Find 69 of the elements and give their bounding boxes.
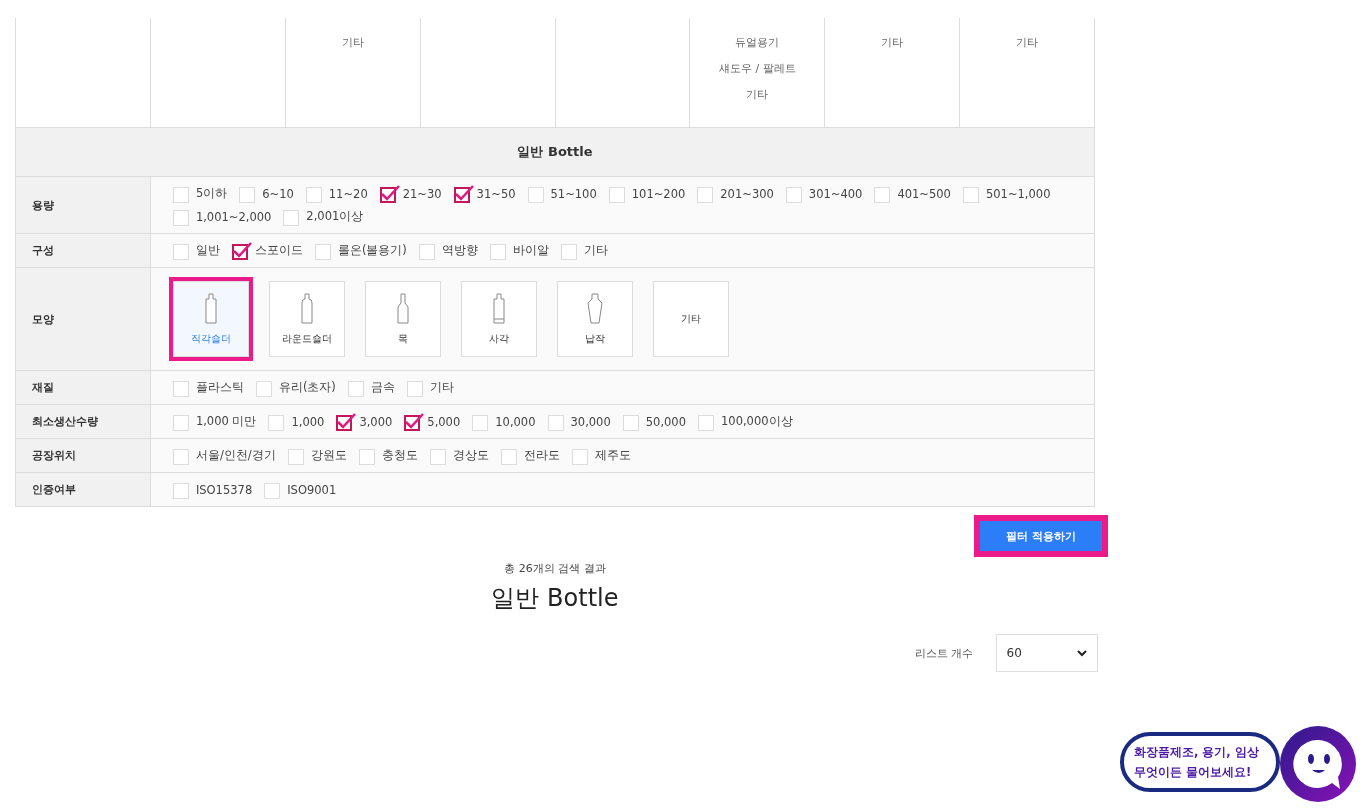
chat-bubble[interactable]: 화장품제조, 용기, 임상 무엇이든 물어보세요! <box>1120 732 1280 792</box>
filter-checkbox-option[interactable]: 기타 <box>406 378 454 397</box>
chat-text: 무엇이든 물어보세요! <box>1134 764 1253 781</box>
filter-checkbox-option[interactable]: 롤온(볼용기) <box>314 241 407 260</box>
filter-checkbox-option[interactable]: 1,001~2,000 <box>172 207 272 226</box>
filter-label: 재질 <box>15 370 151 405</box>
filter-label: 구성 <box>15 233 151 268</box>
filter-checkbox-option[interactable]: 401~500 <box>874 184 951 203</box>
checkbox[interactable] <box>231 241 252 260</box>
filter-label: 모양 <box>15 267 151 371</box>
filter-checkbox-option[interactable]: 금속 <box>347 378 395 397</box>
filter-checkbox-option[interactable]: 서울/인천/경기 <box>172 446 276 465</box>
filter-checkbox-option[interactable]: 일반 <box>172 241 220 260</box>
filter-checkbox-option[interactable]: 제주도 <box>571 446 631 465</box>
filter-checkbox-option[interactable]: 10,000 <box>472 412 536 431</box>
filter-checkbox-option[interactable]: 1,000 미만 <box>172 412 257 431</box>
filter-checkbox-option[interactable]: 플라스틱 <box>172 378 244 397</box>
bottle-icon <box>585 292 604 325</box>
shape-option[interactable]: 납작 <box>556 281 633 357</box>
filter-checkbox-option[interactable]: 51~100 <box>527 184 597 203</box>
filter-checkbox-option[interactable]: 301~400 <box>785 184 863 203</box>
filter-label: 용량 <box>15 176 151 234</box>
shape-option[interactable]: 목 <box>364 281 441 357</box>
checkbox[interactable] <box>453 184 474 203</box>
category-item[interactable]: 섀도우 / 팔레트 <box>691 56 824 82</box>
filter-checkbox-option[interactable]: 충청도 <box>358 446 418 465</box>
filter-checkbox-option[interactable]: 역방향 <box>418 241 478 260</box>
filter-checkbox-option[interactable]: 501~1,000 <box>962 184 1051 203</box>
section-header: 일반 Bottle <box>15 127 1095 177</box>
shape-option[interactable]: 사각 <box>460 281 537 357</box>
filter-checkbox-option[interactable]: 30,000 <box>547 412 611 431</box>
filter-checkbox-option[interactable]: 6~10 <box>239 184 294 203</box>
filter-checkbox-option[interactable]: 경상도 <box>429 446 489 465</box>
filter-checkbox-option[interactable]: 21~30 <box>379 184 442 203</box>
list-count-select[interactable]: 60 <box>995 634 1098 672</box>
filter-checkbox-option[interactable]: 2,001이상 <box>283 207 364 226</box>
result-title: 일반 Bottle <box>490 583 620 614</box>
filter-checkbox-option[interactable]: 바이알 <box>489 241 549 260</box>
filter-checkbox-option[interactable]: 5이하 <box>172 184 228 203</box>
filter-label: 공장위치 <box>15 438 151 473</box>
filter-checkbox-option[interactable]: 100,000이상 <box>698 412 793 431</box>
filter-checkbox-option[interactable]: 101~200 <box>608 184 686 203</box>
filter-checkbox-option[interactable]: ISO15378 <box>172 480 253 499</box>
filter-checkbox-option[interactable]: 1,000 <box>268 412 325 431</box>
filter-checkbox-option[interactable]: 11~20 <box>305 184 368 203</box>
filter-checkbox-option[interactable]: ISO9001 <box>264 480 337 499</box>
chevron-down-icon <box>1076 649 1087 657</box>
filter-checkbox-option[interactable]: 201~300 <box>697 184 774 203</box>
checkbox[interactable] <box>336 412 357 431</box>
filter-checkbox-option[interactable]: 전라도 <box>500 446 560 465</box>
shape-option[interactable]: 라운드숄더 <box>268 281 345 357</box>
filter-checkbox-option[interactable]: 기타 <box>560 241 608 260</box>
filter-label: 인증여부 <box>15 472 151 507</box>
filter-checkbox-option[interactable]: 강원도 <box>287 446 347 465</box>
result-count: 총 26개의 검색 결과 <box>503 561 607 576</box>
filter-checkbox-option[interactable]: 31~50 <box>453 184 516 203</box>
filter-checkbox-option[interactable]: 유리(초자) <box>255 378 336 397</box>
filter-checkbox-option[interactable]: 50,000 <box>622 412 686 431</box>
category-item[interactable]: 듀얼용기 <box>691 30 824 56</box>
category-item[interactable]: 기타 <box>691 82 824 108</box>
chat-text: 화장품제조, 용기, 임상 <box>1134 744 1260 761</box>
filter-checkbox-option[interactable]: 5,000 <box>404 412 461 431</box>
shape-option[interactable]: 기타 <box>652 281 729 357</box>
list-count-label: 리스트 개수 <box>915 645 974 661</box>
filter-checkbox-option[interactable]: 3,000 <box>336 412 393 431</box>
checkbox[interactable] <box>379 184 400 203</box>
filter-label: 최소생산수량 <box>15 404 151 439</box>
checkbox[interactable] <box>404 412 425 431</box>
filter-checkbox-option[interactable]: 스포이드 <box>231 241 303 260</box>
